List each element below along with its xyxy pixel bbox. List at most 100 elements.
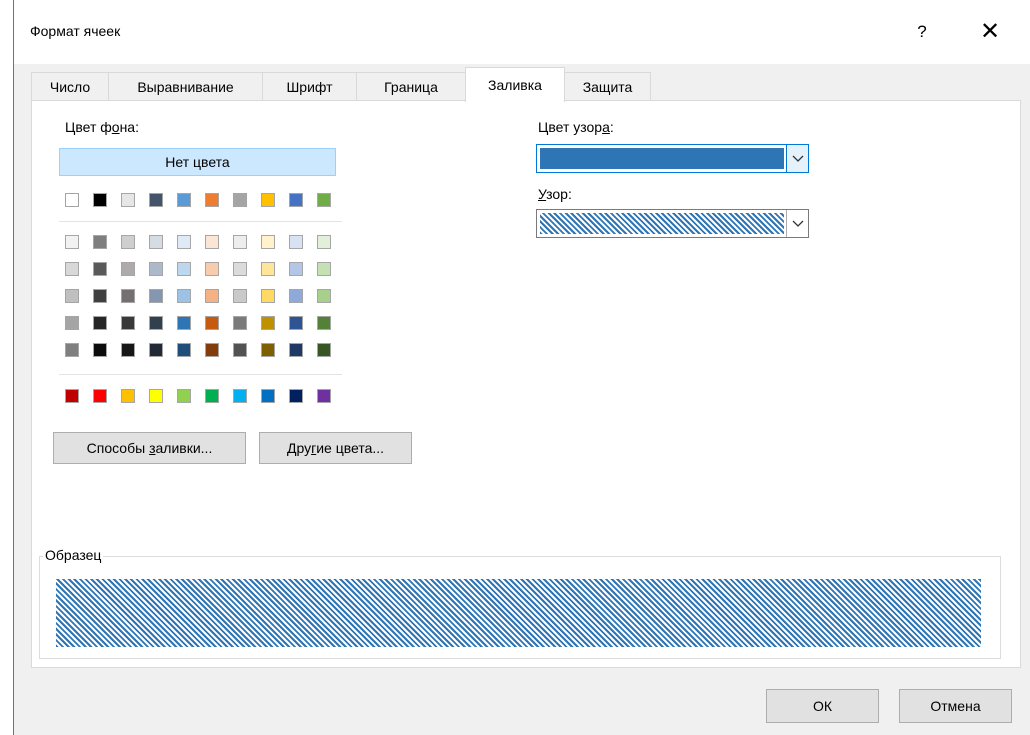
pattern-label: Узор:	[538, 186, 572, 202]
chevron-down-icon	[786, 210, 808, 237]
color-swatch-standard[interactable]	[261, 389, 275, 403]
color-swatch-standard[interactable]	[317, 389, 331, 403]
color-swatch-shade[interactable]	[289, 343, 303, 357]
color-swatch-shade[interactable]	[177, 316, 191, 330]
color-swatch-shade[interactable]	[317, 262, 331, 276]
color-swatch-theme[interactable]	[93, 193, 107, 207]
tab-number[interactable]: Число	[31, 72, 109, 101]
no-color-button[interactable]: Нет цвета	[59, 148, 336, 176]
color-swatch-theme[interactable]	[205, 193, 219, 207]
color-swatch-standard[interactable]	[149, 389, 163, 403]
color-swatch-theme[interactable]	[317, 193, 331, 207]
close-icon: ✕	[979, 18, 1001, 45]
pattern-style-dropdown[interactable]	[536, 209, 809, 238]
color-swatch-shade[interactable]	[121, 316, 135, 330]
color-swatch-shade[interactable]	[149, 235, 163, 249]
diagonal-stripe-pattern-icon	[540, 213, 784, 234]
color-swatch-shade[interactable]	[261, 289, 275, 303]
fill-effects-button[interactable]: Способы заливки...	[53, 432, 246, 464]
pattern-color-swatch	[540, 148, 784, 169]
color-swatch-shade[interactable]	[149, 316, 163, 330]
more-colors-button[interactable]: Другие цвета...	[259, 432, 412, 464]
sample-preview	[56, 579, 981, 647]
ok-button[interactable]: ОК	[766, 689, 879, 723]
color-swatch-shade[interactable]	[261, 235, 275, 249]
color-swatch-shade[interactable]	[177, 343, 191, 357]
palette-separator	[59, 374, 342, 375]
color-swatch-shade[interactable]	[289, 262, 303, 276]
color-swatch-shade[interactable]	[177, 235, 191, 249]
close-button[interactable]: ✕	[970, 14, 1010, 50]
color-swatch-shade[interactable]	[205, 343, 219, 357]
color-swatch-shade[interactable]	[289, 316, 303, 330]
color-swatch-shade[interactable]	[205, 289, 219, 303]
tab-border[interactable]: Граница	[356, 72, 466, 101]
chevron-down-icon	[786, 145, 808, 172]
color-swatch-shade[interactable]	[121, 235, 135, 249]
color-swatch-standard[interactable]	[177, 389, 191, 403]
color-swatch-standard[interactable]	[121, 389, 135, 403]
color-swatch-shade[interactable]	[233, 262, 247, 276]
color-swatch-shade[interactable]	[205, 235, 219, 249]
color-swatch-shade[interactable]	[205, 316, 219, 330]
tab-protection[interactable]: Защита	[564, 72, 651, 101]
format-cells-dialog: Формат ячеек ? ✕ Число Выравнивание Шриф…	[13, 0, 1030, 735]
palette-separator	[59, 221, 342, 222]
color-swatch-theme[interactable]	[177, 193, 191, 207]
pattern-color-dropdown[interactable]	[536, 144, 809, 173]
color-swatch-shade[interactable]	[93, 316, 107, 330]
color-swatch-theme[interactable]	[289, 193, 303, 207]
color-swatch-shade[interactable]	[65, 343, 79, 357]
color-swatch-shade[interactable]	[261, 316, 275, 330]
color-swatch-shade[interactable]	[317, 316, 331, 330]
color-swatch-shade[interactable]	[261, 343, 275, 357]
color-swatch-shade[interactable]	[233, 235, 247, 249]
color-swatch-shade[interactable]	[317, 289, 331, 303]
color-swatch-shade[interactable]	[65, 289, 79, 303]
color-swatch-shade[interactable]	[289, 235, 303, 249]
color-swatch-shade[interactable]	[93, 262, 107, 276]
color-swatch-shade[interactable]	[149, 289, 163, 303]
color-swatch-shade[interactable]	[233, 289, 247, 303]
sample-group: Образец	[39, 547, 1001, 659]
color-swatch-shade[interactable]	[65, 235, 79, 249]
tab-alignment[interactable]: Выравнивание	[108, 72, 263, 101]
color-swatch-standard[interactable]	[289, 389, 303, 403]
color-swatch-shade[interactable]	[121, 343, 135, 357]
color-swatch-shade[interactable]	[205, 262, 219, 276]
color-swatch-shade[interactable]	[261, 262, 275, 276]
color-swatch-shade[interactable]	[65, 316, 79, 330]
color-swatch-shade[interactable]	[65, 262, 79, 276]
color-swatch-shade[interactable]	[93, 343, 107, 357]
tab-fill[interactable]: Заливка	[465, 67, 565, 102]
color-swatch-theme[interactable]	[261, 193, 275, 207]
color-swatch-theme[interactable]	[149, 193, 163, 207]
title-bar: Формат ячеек ? ✕	[14, 0, 1030, 64]
dialog-title: Формат ячеек	[30, 23, 121, 39]
pattern-color-label: Цвет узора:	[538, 119, 614, 135]
color-swatch-theme[interactable]	[233, 193, 247, 207]
color-swatch-shade[interactable]	[289, 289, 303, 303]
color-swatch-standard[interactable]	[205, 389, 219, 403]
sample-label: Образец	[43, 547, 104, 563]
help-button[interactable]: ?	[902, 14, 942, 50]
color-swatch-standard[interactable]	[233, 389, 247, 403]
color-swatch-theme[interactable]	[121, 193, 135, 207]
color-swatch-standard[interactable]	[65, 389, 79, 403]
cancel-button[interactable]: Отмена	[899, 689, 1012, 723]
color-swatch-shade[interactable]	[93, 289, 107, 303]
color-swatch-shade[interactable]	[149, 343, 163, 357]
color-swatch-shade[interactable]	[317, 343, 331, 357]
color-swatch-shade[interactable]	[121, 262, 135, 276]
color-swatch-shade[interactable]	[233, 316, 247, 330]
color-swatch-theme[interactable]	[65, 193, 79, 207]
color-swatch-shade[interactable]	[121, 289, 135, 303]
color-swatch-shade[interactable]	[93, 235, 107, 249]
color-swatch-standard[interactable]	[93, 389, 107, 403]
tab-font[interactable]: Шрифт	[262, 72, 357, 101]
color-swatch-shade[interactable]	[149, 262, 163, 276]
color-swatch-shade[interactable]	[233, 343, 247, 357]
color-swatch-shade[interactable]	[317, 235, 331, 249]
color-swatch-shade[interactable]	[177, 262, 191, 276]
color-swatch-shade[interactable]	[177, 289, 191, 303]
